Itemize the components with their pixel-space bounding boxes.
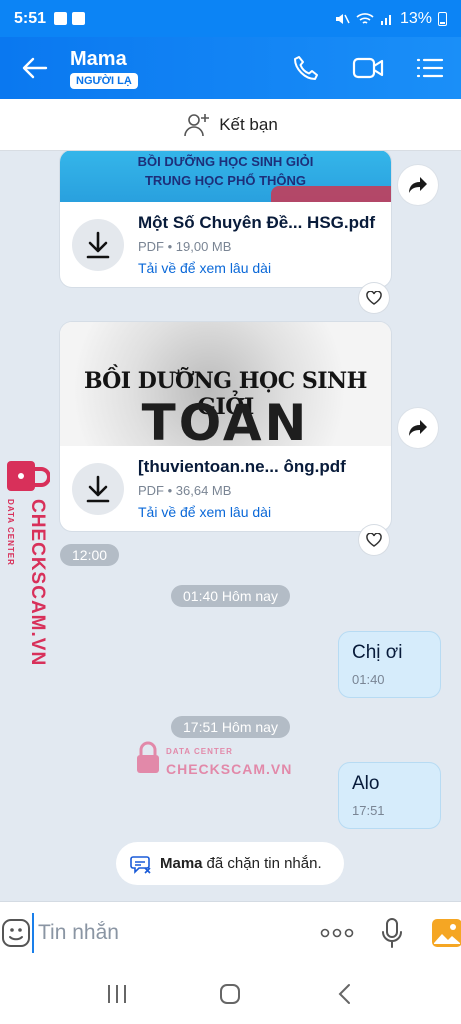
chevron-left-icon [338,983,351,1004]
watermark-lock-icon [137,741,159,773]
message-time-label: 12:00 [60,544,120,566]
react-button-1[interactable] [359,283,389,313]
back-button[interactable] [0,37,70,99]
gallery-notification-icon [54,12,68,25]
message-time-2: 17:51 [352,803,385,818]
video-call-button[interactable] [337,37,399,99]
menu-button[interactable] [399,37,461,99]
download-icon [86,231,110,258]
heart-icon [366,291,382,305]
download-button-1[interactable] [72,218,124,271]
mute-icon [335,13,350,24]
share-button-1[interactable] [398,165,438,205]
file-meta-1: PDF • 19,00 MB [138,239,232,254]
watermark-subtitle: DATA CENTER [166,747,233,756]
system-nav-bar [0,963,461,1024]
phone-icon [294,56,318,80]
message-text-2: Alo [352,773,380,794]
list-menu-icon [416,58,444,78]
thumb2-line2: TOÁN [141,398,310,446]
message-composer [0,901,461,963]
call-button[interactable] [275,37,337,99]
watermark-checkscam-vertical: DATA CENTER CHECKSCAM.VN [4,455,54,666]
system-back-button[interactable] [314,969,374,1019]
home-icon [220,983,241,1004]
add-friend-label: Kết bạn [219,114,278,134]
video-camera-icon [352,57,384,79]
gallery-button[interactable] [419,902,461,964]
check-notification-icon [72,12,86,25]
more-dots-icon [320,928,353,937]
file-info-1: Một Số Chuyên Đề... HSG.pdf PDF • 19,00 … [138,213,375,276]
blocked-notice-text: đã chặn tin nhắn. [206,855,322,872]
file-message-1[interactable]: BỒI DƯỠNG HỌC SINH GIỎI TRUNG HỌC PHỔ TH… [60,151,391,287]
thumb1-line2: TRUNG HỌC PHỔ THÔNG [144,173,307,188]
file-row-2: [thuvientoan.ne... ông.pdf PDF • 36,64 M… [60,446,391,531]
share-button-2[interactable] [398,408,438,448]
composer-actions [309,902,461,964]
microphone-icon [381,917,402,948]
heart-icon [366,533,382,547]
status-right: 13% [334,10,447,28]
status-bar: 5:51 13% [0,0,461,37]
download-button-2[interactable] [72,462,124,515]
share-arrow-icon [409,420,427,436]
sticker-button[interactable] [0,902,32,964]
blocked-notice: Mama đã chặn tin nhắn. [116,842,344,885]
watermark-checkscam-horizontal: DATA CENTER CHECKSCAM.VN [136,739,296,779]
blocked-chat-icon [130,855,151,874]
message-text-1: Chị ơi [352,642,403,663]
sticker-icon [2,918,30,947]
file-info-2: [thuvientoan.ne... ông.pdf PDF • 36,64 M… [138,457,346,520]
battery-icon [438,12,447,26]
contact-info[interactable]: Mama NGƯỜI LẠ [70,48,138,89]
sent-message-2[interactable]: Alo 17:51 [338,762,441,829]
contact-name: Mama [70,47,127,70]
sent-message-1[interactable]: Chị ơi 01:40 [338,631,441,698]
file-meta-2: PDF • 36,64 MB [138,483,232,498]
watermark-title: CHECKSCAM.VN [166,761,293,777]
save-link-1[interactable]: Tải về để xem lâu dài [138,260,375,276]
blocked-contact-name: Mama [160,855,203,872]
voice-button[interactable] [364,902,419,964]
arrow-left-icon [22,57,48,79]
react-button-2[interactable] [359,525,389,555]
signal-icon [380,14,391,25]
chat-area[interactable]: BỒI DƯỠNG HỌC SINH GIỎI TRUNG HỌC PHỔ TH… [0,151,461,901]
share-arrow-icon [409,177,427,193]
add-friend-button[interactable]: Kết bạn [0,99,461,151]
stranger-badge: NGƯỜI LẠ [70,72,138,89]
watermark-lock-icon [7,461,50,491]
message-input[interactable] [32,912,309,953]
watermark-vertical-subtitle: DATA CENTER [6,499,15,566]
file-name-2: [thuvientoan.ne... ông.pdf [138,457,346,476]
header-actions [275,37,461,99]
file-thumbnail-1: BỒI DƯỠNG HỌC SINH GIỎI TRUNG HỌC PHỔ TH… [60,151,391,202]
image-icon [431,918,461,947]
recents-button[interactable] [87,969,147,1019]
download-icon [86,475,110,502]
more-button[interactable] [309,902,364,964]
file-thumbnail-2: BỒI DƯỠNG HỌC SINH GIỎI TOÁN [60,322,391,446]
chat-header: Mama NGƯỜI LẠ [0,37,461,99]
battery-level: 13% [399,9,432,27]
file-name-1: Một Số Chuyên Đề... HSG.pdf [138,213,376,232]
wifi-icon [356,12,374,24]
date-divider-1: 01:40 Hôm nay [171,585,290,607]
file-message-2[interactable]: BỒI DƯỠNG HỌC SINH GIỎI TOÁN [thuvientoa… [60,322,391,531]
message-time-1: 01:40 [352,672,385,687]
file-row-1: Một Số Chuyên Đề... HSG.pdf PDF • 19,00 … [60,202,391,287]
recents-icon [107,984,126,1003]
date-divider-2: 17:51 Hôm nay [171,716,290,738]
add-user-icon [184,113,210,136]
home-button[interactable] [200,969,260,1019]
thumb1-line1: BỒI DƯỠNG HỌC SINH GIỎI [137,154,314,169]
status-time: 5:51 [14,9,47,27]
save-link-2[interactable]: Tải về để xem lâu dài [138,504,346,520]
watermark-vertical-title: CHECKSCAM.VN [27,499,48,667]
